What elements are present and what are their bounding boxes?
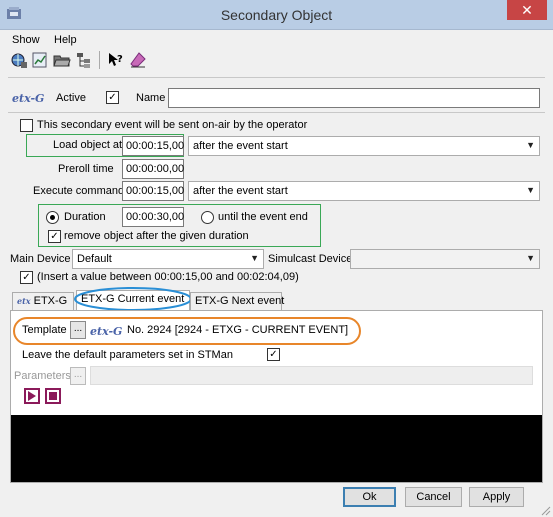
etx-tab-logo: etx [17, 296, 31, 306]
close-button[interactable]: ✕ [507, 0, 547, 20]
eraser-icon[interactable] [129, 51, 147, 69]
play-icon [28, 391, 36, 401]
chevron-down-icon: ▼ [526, 140, 535, 150]
preroll-label: Preroll time [58, 163, 114, 175]
parameters-label: Parameters [14, 370, 71, 382]
etx-logo: etx-G [12, 92, 45, 105]
simulcast-device-select[interactable]: ▼ [350, 249, 540, 269]
name-input[interactable] [168, 88, 540, 108]
cancel-button[interactable]: Cancel [405, 487, 462, 507]
until-end-radio[interactable] [201, 211, 214, 224]
apply-button[interactable]: Apply [469, 487, 524, 507]
main-device-value: Default [77, 253, 112, 265]
duration-label: Duration [64, 211, 106, 223]
toolbar-separator [99, 51, 100, 69]
load-object-mode-value: after the event start [193, 140, 288, 152]
duration-radio[interactable] [46, 211, 59, 224]
svg-text:?: ? [117, 54, 123, 65]
stop-button[interactable] [45, 388, 61, 404]
tab-next-event-label: ETX-G Next event [195, 295, 285, 307]
load-object-time[interactable]: 00:00:15,00 [122, 136, 184, 156]
resize-grip-icon[interactable] [540, 505, 551, 516]
menu-show[interactable]: Show [12, 34, 40, 46]
simulcast-device-label: Simulcast Device [268, 253, 353, 265]
chevron-down-icon: ▼ [526, 253, 535, 263]
execute-label: Execute command [33, 185, 125, 197]
open-folder-icon[interactable] [53, 51, 71, 69]
defaults-label: Leave the default parameters set in STMa… [22, 349, 233, 361]
parameters-browse-button[interactable]: ... [70, 367, 86, 385]
template-browse-button[interactable]: ... [70, 321, 86, 339]
remove-object-label: remove object after the given duration [64, 230, 249, 242]
execute-time[interactable]: 00:00:15,00 [122, 181, 184, 201]
parameters-field[interactable] [90, 366, 533, 385]
window-title: Secondary Object [220, 7, 333, 23]
load-object-mode-select[interactable]: after the event start ▼ [188, 136, 540, 156]
globe-icon[interactable] [10, 51, 28, 69]
tree-icon[interactable] [75, 51, 93, 69]
preview-area [11, 415, 542, 482]
template-value: No. 2924 [2924 - ETXG - CURRENT EVENT] [127, 324, 349, 336]
play-button[interactable] [24, 388, 40, 404]
main-device-select[interactable]: Default ▼ [72, 249, 264, 269]
current-event-highlight [74, 287, 192, 311]
execute-mode-value: after the event start [193, 185, 288, 197]
preroll-time[interactable]: 00:00:00,00 [122, 159, 184, 179]
title-bar: Secondary Object ✕ [0, 0, 553, 30]
tab-next-event[interactable]: ETX-G Next event [190, 292, 285, 310]
active-checkbox[interactable]: ✓ [106, 91, 119, 104]
on-air-label: This secondary event will be sent on-air… [37, 119, 308, 131]
main-device-label: Main Device [10, 253, 71, 265]
graph-icon[interactable] [31, 51, 49, 69]
header-divider [8, 112, 545, 113]
tab-etx-g[interactable]: etx ETX-G [12, 292, 74, 310]
chevron-down-icon: ▼ [526, 185, 535, 195]
load-object-label: Load object at [53, 139, 123, 151]
template-etx-logo: etx-G [90, 325, 123, 338]
tab-etx-g-label: ETX-G [33, 295, 68, 307]
range-checkbox[interactable]: ✓ [20, 271, 33, 284]
stop-icon [49, 392, 57, 400]
template-label: Template [22, 324, 67, 336]
menu-help[interactable]: Help [54, 34, 77, 46]
defaults-checkbox[interactable]: ✓ [267, 348, 280, 361]
ok-button[interactable]: Ok [343, 487, 396, 507]
active-label: Active [56, 92, 86, 104]
chevron-down-icon: ▼ [250, 253, 259, 263]
until-end-label: until the event end [218, 211, 308, 223]
execute-mode-select[interactable]: after the event start ▼ [188, 181, 540, 201]
help-pointer-icon[interactable]: ? [106, 51, 124, 69]
remove-object-checkbox[interactable]: ✓ [48, 230, 61, 243]
range-hint-label: (Insert a value between 00:00:15,00 and … [37, 271, 299, 283]
on-air-checkbox[interactable] [20, 119, 33, 132]
duration-time[interactable]: 00:00:30,00 [122, 207, 184, 227]
toolbar-divider [8, 77, 545, 78]
name-label: Name [136, 92, 166, 104]
